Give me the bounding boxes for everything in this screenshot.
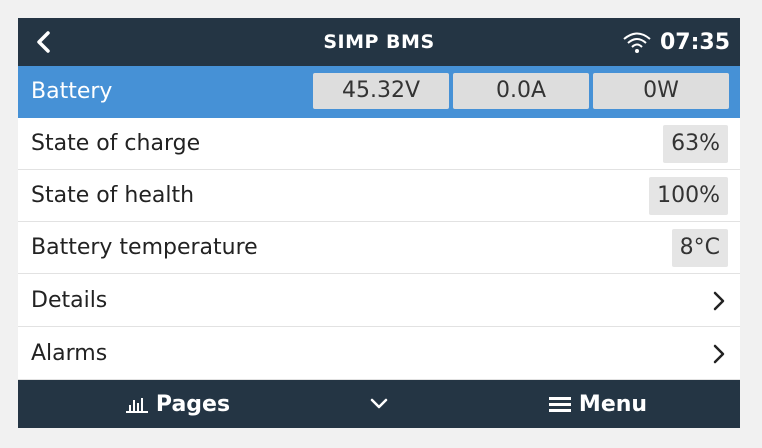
state-of-charge-value: 63% — [663, 125, 728, 163]
power-value: 0W — [593, 73, 729, 109]
wifi-icon — [623, 32, 651, 53]
bar-chart-icon — [125, 398, 148, 413]
footer-bar: Pages Menu — [18, 380, 740, 428]
list-item-alarms[interactable]: Alarms — [18, 328, 740, 380]
battery-label: Battery — [31, 79, 113, 104]
menu-label: Menu — [578, 391, 648, 417]
list-item-battery-temperature[interactable]: Battery temperature 8°C — [18, 222, 740, 274]
state-of-health-label: State of health — [31, 183, 195, 208]
pages-label: Pages — [155, 391, 231, 417]
hamburger-icon — [548, 397, 571, 412]
battery-temperature-label: Battery temperature — [31, 235, 258, 260]
header-bar: SIMP BMS 07:35 — [18, 18, 740, 66]
list-item-details[interactable]: Details — [18, 275, 740, 327]
current-value: 0.0A — [453, 73, 589, 109]
pages-button[interactable]: Pages — [93, 380, 263, 428]
chevron-right-icon[interactable] — [710, 289, 728, 313]
alarms-label: Alarms — [31, 341, 108, 366]
scroll-down-button[interactable] — [354, 380, 404, 428]
details-label: Details — [31, 288, 108, 313]
list-item-state-of-charge[interactable]: State of charge 63% — [18, 118, 740, 170]
battery-summary-row[interactable]: Battery 45.32V 0.0A 0W — [18, 66, 740, 118]
menu-button[interactable]: Menu — [523, 380, 673, 428]
voltage-value: 45.32V — [313, 73, 449, 109]
battery-temperature-value: 8°C — [671, 229, 728, 267]
chevron-right-icon[interactable] — [710, 342, 728, 366]
state-of-charge-label: State of charge — [31, 131, 201, 156]
state-of-health-value: 100% — [649, 177, 728, 215]
list-item-state-of-health[interactable]: State of health 100% — [18, 170, 740, 222]
status-area: 07:35 — [622, 18, 730, 66]
clock: 07:35 — [659, 29, 730, 55]
screen: SIMP BMS 07:35 Battery 45.32V 0.0A 0W St… — [18, 18, 740, 428]
chevron-down-icon — [370, 398, 388, 409]
